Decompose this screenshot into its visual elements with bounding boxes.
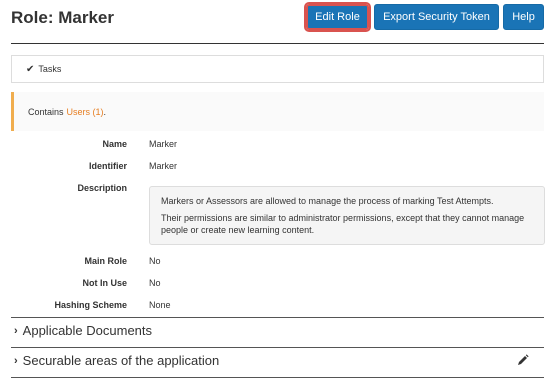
contains-alert: Contains Users (1) . (11, 92, 544, 131)
name-label: Name (102, 139, 127, 149)
description-text-1: Markers or Assessors are allowed to mana… (161, 196, 494, 206)
not-in-use-label: Not In Use (82, 278, 127, 288)
applicable-documents-toggle[interactable]: › Applicable Documents (14, 323, 152, 338)
description-label: Description (77, 183, 127, 193)
hashing-scheme-label: Hashing Scheme (54, 300, 127, 310)
identifier-label: Identifier (88, 161, 127, 171)
chevron-right-icon: › (14, 354, 18, 367)
tasks-panel[interactable]: ✔ Tasks (11, 55, 544, 83)
help-button[interactable]: Help (503, 4, 544, 30)
contains-suffix: . (103, 106, 107, 117)
page-title: Role: Marker (11, 8, 114, 27)
hashing-scheme-value: None (149, 300, 171, 310)
description-box: Markers or Assessors are allowed to mana… (149, 186, 545, 245)
applicable-documents-label: Applicable Documents (22, 323, 153, 338)
section-divider (11, 377, 544, 378)
users-link[interactable]: Users (1) (67, 107, 104, 117)
edit-role-button[interactable]: Edit Role (304, 2, 371, 32)
export-security-token-button[interactable]: Export Security Token (374, 4, 499, 30)
header-divider (11, 43, 544, 44)
section-divider (11, 347, 544, 348)
check-icon: ✔ (26, 63, 35, 75)
section-divider (11, 317, 544, 318)
tasks-label: Tasks (38, 64, 62, 74)
description-text-2: Their permissions are similar to adminis… (161, 213, 525, 235)
pencil-icon[interactable] (517, 354, 529, 366)
main-role-label: Main Role (84, 256, 127, 266)
main-role-value: No (149, 256, 161, 266)
contains-prefix: Contains (28, 106, 64, 117)
securable-areas-toggle[interactable]: › Securable areas of the application (14, 353, 219, 368)
not-in-use-value: No (149, 278, 161, 288)
chevron-right-icon: › (14, 324, 18, 337)
identifier-value: Marker (149, 161, 178, 171)
name-value: Marker (149, 139, 178, 149)
securable-areas-label: Securable areas of the application (22, 353, 220, 368)
